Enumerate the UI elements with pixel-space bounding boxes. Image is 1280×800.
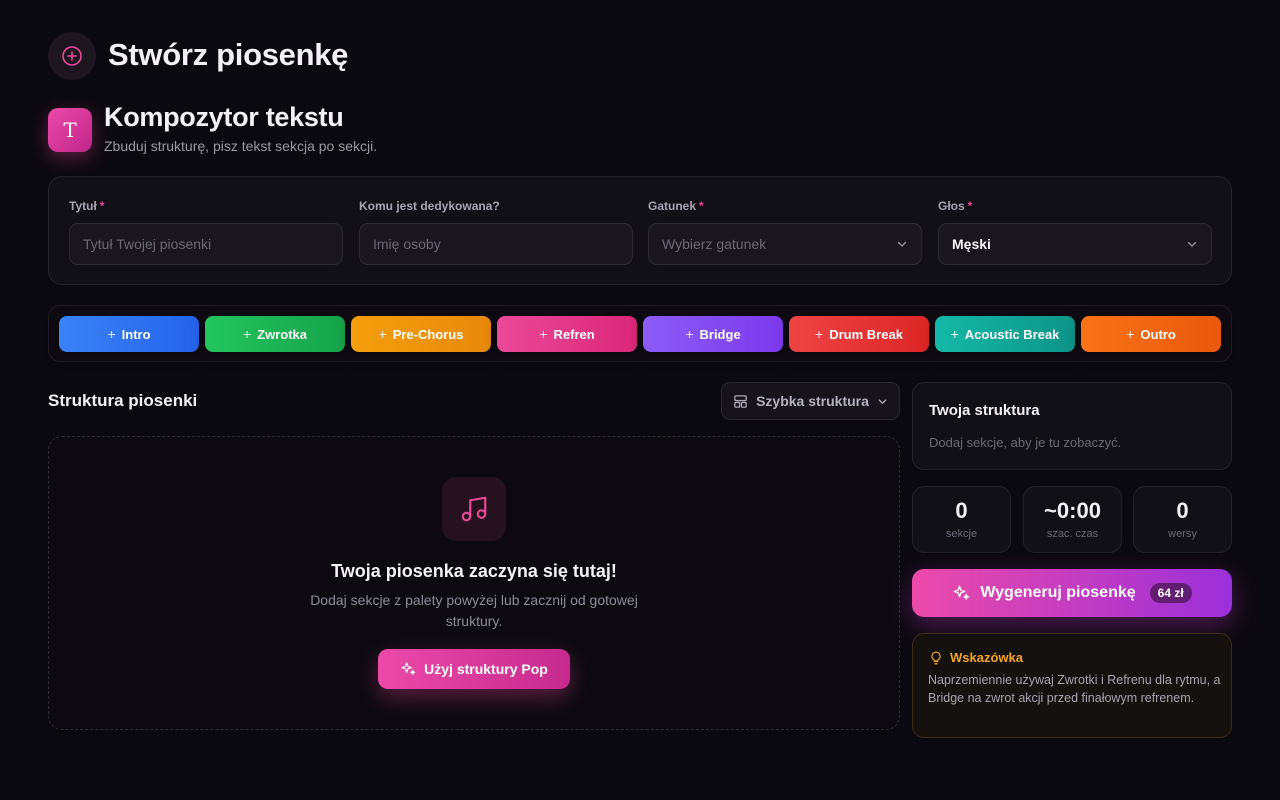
add-section-acoustic-break-button[interactable]: + Acoustic Break	[935, 316, 1075, 352]
stat-lines-label: wersy	[1168, 528, 1197, 540]
genre-placeholder: Wybierz gatunek	[662, 236, 767, 252]
dedication-label: Komu jest dedykowana?	[359, 199, 500, 213]
plus-icon: +	[539, 326, 548, 342]
composer-title: Kompozytor tekstu	[104, 102, 344, 132]
sparkles-icon	[401, 662, 416, 675]
quick-structure-button[interactable]: Szybka struktura	[721, 382, 900, 420]
dedication-placeholder: Imię osoby	[373, 236, 441, 252]
voice-field: Głos * Męski	[938, 199, 1212, 265]
generate-song-label: Wygeneruj piosenkę	[980, 584, 1136, 601]
plus-icon: +	[107, 326, 116, 342]
lightbulb-icon	[931, 651, 941, 664]
dedication-field: Komu jest dedykowana? Imię osoby	[359, 199, 633, 265]
layout-template-icon	[734, 394, 747, 408]
use-pop-structure-label: Użyj struktury Pop	[424, 661, 548, 677]
genre-label: Gatunek *	[648, 199, 704, 213]
generate-song-button[interactable]: Wygeneruj piosenkę 64 zł	[912, 569, 1232, 617]
stat-duration-value: ~0:00	[1044, 498, 1101, 523]
stat-sections: 0 sekcje	[912, 486, 1011, 553]
section-palette: + Intro + Zwrotka + Pre-Chorus + Refren + Bridge +…	[48, 305, 1232, 362]
title-label: Tytuł *	[69, 199, 105, 213]
title-input[interactable]: Tytuł Twojej piosenki	[69, 223, 343, 265]
section-label: Refren	[553, 326, 595, 342]
genre-select[interactable]: Wybierz gatunek	[648, 223, 922, 265]
genre-field: Gatunek * Wybierz gatunek	[648, 199, 922, 265]
sparkles-icon	[953, 585, 970, 600]
title-field: Tytuł * Tytuł Twojej piosenki	[69, 199, 343, 265]
create-song-icon	[48, 32, 96, 80]
dedication-input[interactable]: Imię osoby	[359, 223, 633, 265]
quick-structure-label: Szybka struktura	[756, 393, 869, 409]
add-section-intro-button[interactable]: + Intro	[59, 316, 199, 352]
voice-select[interactable]: Męski	[938, 223, 1212, 265]
title-placeholder: Tytuł Twojej piosenki	[83, 236, 212, 252]
chevron-down-icon	[1187, 241, 1197, 248]
add-section-outro-button[interactable]: + Outro	[1081, 316, 1221, 352]
song-details-form: Tytuł * Tytuł Twojej piosenki Komu jest d…	[48, 176, 1232, 285]
tip-title: Wskazówka	[950, 650, 1023, 665]
composer-subtitle: Zbuduj strukturę, pisz tekst sekcja po s…	[104, 138, 378, 154]
add-section-drum-break-button[interactable]: + Drum Break	[789, 316, 929, 352]
add-section-bridge-button[interactable]: + Bridge	[643, 316, 783, 352]
empty-state-title: Twoja piosenka zaczyna się tutaj!	[331, 561, 617, 581]
empty-state-description: Dodaj sekcje z palety powyżej lub zaczni…	[310, 592, 638, 629]
tip-body: Naprzemiennie używaj Zwrotki i Refrenu d…	[928, 673, 1221, 705]
section-label: Pre-Chorus	[392, 326, 464, 342]
chevron-down-icon	[878, 398, 887, 404]
stat-duration-label: szac. czas	[1046, 528, 1099, 540]
plus-icon: +	[950, 326, 959, 342]
plus-icon: +	[242, 326, 252, 342]
stat-sections-value: 0	[955, 498, 968, 523]
add-section-pre-chorus-button[interactable]: + Pre-Chorus	[351, 316, 491, 352]
page-title: Stwórz piosenkę	[108, 37, 349, 72]
section-label: Acoustic Break	[964, 326, 1060, 342]
structure-title: Struktura piosenki	[48, 391, 198, 410]
section-label: Drum Break	[829, 326, 903, 342]
section-label: Zwrotka	[257, 326, 308, 342]
chevron-down-icon	[897, 241, 907, 248]
stat-lines: 0 wersy	[1133, 486, 1232, 553]
add-section-zwrotka-button[interactable]: + Zwrotka	[205, 316, 345, 352]
plus-icon: +	[815, 326, 824, 342]
add-section-refren-button[interactable]: + Refren	[497, 316, 637, 352]
stat-sections-label: sekcje	[945, 528, 978, 540]
plus-icon: +	[685, 326, 694, 342]
music-note-icon	[442, 477, 506, 541]
your-structure-panel: Twoja struktura Dodaj sekcje, aby je tu …	[912, 382, 1232, 470]
tip-panel: Wskazówka Naprzemiennie używaj Zwrotki i…	[912, 633, 1232, 738]
price-badge: 64 zł	[1149, 583, 1192, 603]
stat-lines-value: 0	[1176, 498, 1189, 523]
section-label: Bridge	[699, 326, 741, 342]
plus-icon: +	[378, 326, 387, 342]
voice-value: Męski	[952, 236, 991, 252]
composer-icon-letter: T	[63, 118, 77, 142]
your-structure-empty: Dodaj sekcje, aby je tu zobaczyć.	[929, 435, 1122, 450]
your-structure-title: Twoja struktura	[929, 402, 1040, 419]
stat-duration: ~0:00 szac. czas	[1023, 486, 1122, 553]
voice-label: Głos *	[938, 199, 973, 213]
text-composer-icon: T	[48, 108, 92, 152]
use-pop-structure-button[interactable]: Użyj struktury Pop	[378, 649, 570, 689]
section-label: Outro	[1140, 326, 1176, 342]
section-label: Intro	[121, 326, 151, 342]
plus-icon: +	[1126, 326, 1135, 342]
